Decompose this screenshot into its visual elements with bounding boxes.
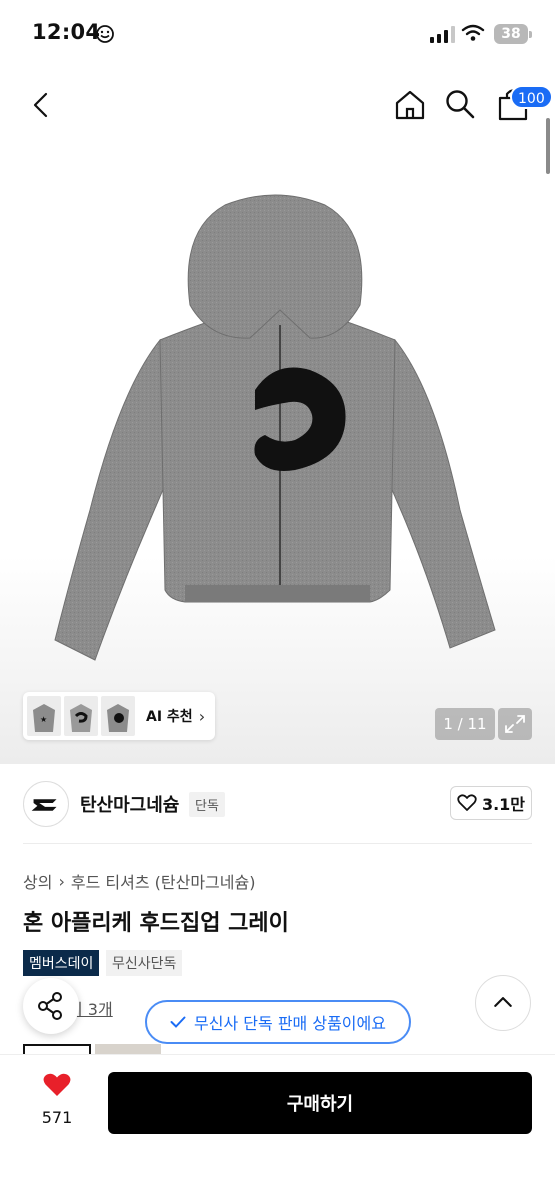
scrollbar[interactable] [546,118,550,174]
ai-recommend-label: AI 추천 [146,709,193,725]
battery-icon: 38 [494,24,528,44]
product-image-hoodie [54,194,496,661]
signal-icon [430,26,455,43]
heart-outline-icon [457,794,477,811]
breadcrumb-subcategory[interactable]: 후드 티셔츠 (탄산마그네슘) [71,869,256,893]
heart-icon [43,1073,71,1096]
brand-like-count: 3.1만 [481,795,526,814]
brand-exclusive-tag: 단독 [189,792,225,817]
breadcrumb: 상의 › 후드 티셔츠 (탄산마그네슘) [23,869,255,893]
brand-name[interactable]: 탄산마그네슘 [80,791,179,817]
svg-text:★: ★ [40,715,47,724]
ai-recommend-button[interactable]: ★ AI 추천 › [23,692,215,740]
musinsa-exclusive-badge: 무신사단독 [106,950,183,976]
status-time: 12:04 [32,20,101,44]
buy-button-label: 구매하기 [286,1094,354,1115]
brand-logo[interactable] [23,781,69,827]
ai-thumbnail-3 [101,696,135,736]
back-icon[interactable] [26,90,56,120]
product-title: 혼 아플리케 후드집업 그레이 [23,911,289,936]
chevron-up-icon[interactable] [475,975,531,1031]
exclusive-notice-text: 무신사 단독 판매 상품이에요 [194,1014,386,1033]
like-count: 571 [41,1108,73,1127]
home-icon[interactable] [393,88,427,122]
status-bar: 12:04 38 [0,0,555,70]
buy-button[interactable]: 구매하기 [108,1072,532,1134]
search-icon[interactable] [444,88,476,120]
breadcrumb-category[interactable]: 상의 [23,869,52,893]
check-icon [170,1016,186,1028]
expand-icon[interactable] [498,708,532,740]
ai-thumbnail-1: ★ [27,696,61,736]
wifi-icon [461,24,485,41]
exclusive-notice-pill[interactable]: 무신사 단독 판매 상품이에요 [145,1000,411,1044]
chevron-right-icon: › [198,706,206,726]
image-counter: 1 / 11 [435,708,495,740]
brand-like-button[interactable]: 3.1만 [450,786,532,820]
divider [23,843,532,844]
cart-count-badge: 100 [510,85,553,109]
smiley-icon [96,25,114,43]
chevron-right-icon: › [58,871,65,891]
ai-thumbnail-2 [64,696,98,736]
share-icon[interactable] [23,978,79,1034]
members-day-badge: 멤버스데이 [23,950,100,976]
battery-level: 38 [501,26,521,42]
battery-tip [529,31,532,38]
